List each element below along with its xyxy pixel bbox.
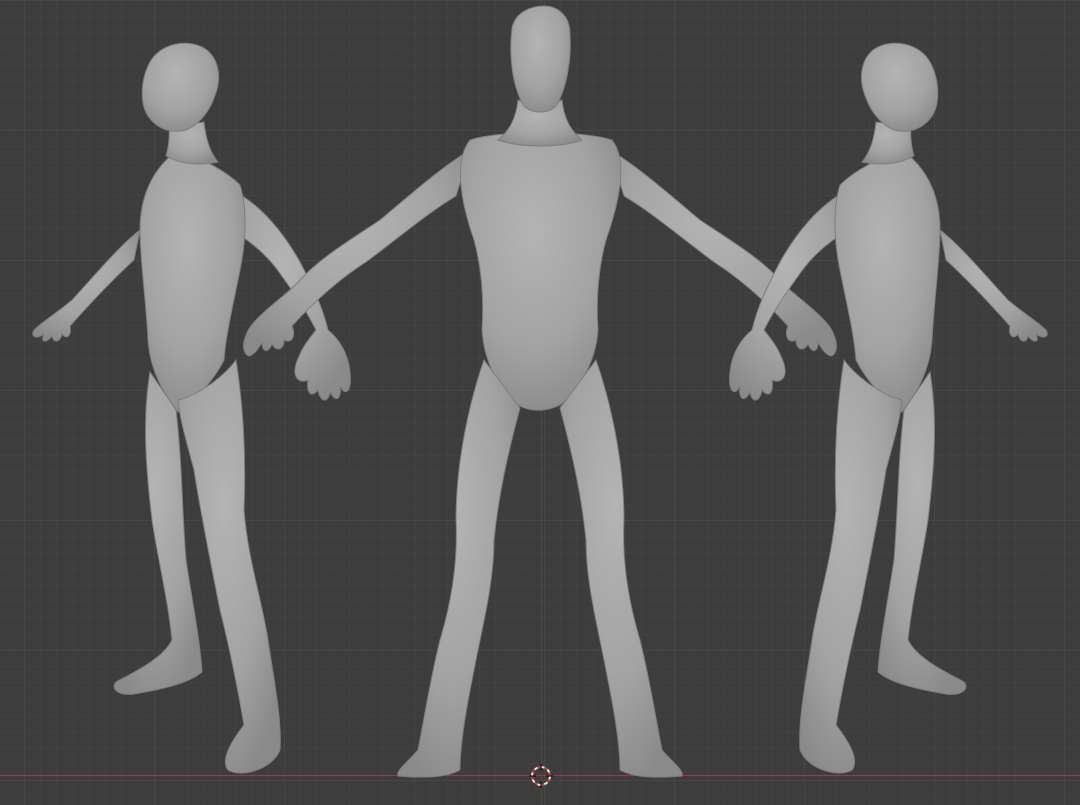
figure-right[interactable] [729, 42, 1048, 774]
figure-left[interactable] [32, 42, 351, 774]
3d-cursor-icon[interactable] [529, 764, 553, 788]
3d-viewport[interactable] [0, 0, 1080, 805]
mesh-figures[interactable] [0, 0, 1080, 805]
